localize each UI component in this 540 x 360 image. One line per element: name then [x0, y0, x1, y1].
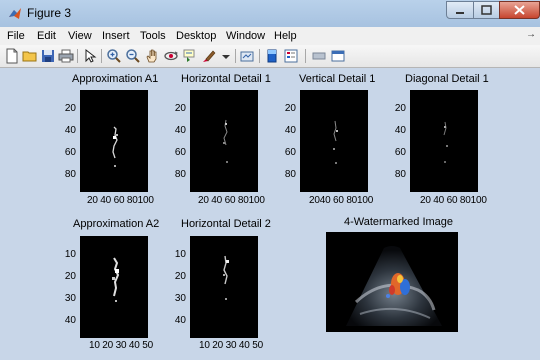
plot-axes[interactable]: [190, 236, 258, 338]
menu-edit[interactable]: Edit: [37, 30, 56, 42]
panel-title: Diagonal Detail 1: [405, 73, 489, 85]
panel-title: Approximation A1: [72, 73, 159, 85]
close-icon: [514, 5, 525, 15]
y-tick-label: 60: [64, 147, 76, 158]
x-tick-labels: 20 40 60 80100: [420, 195, 487, 206]
y-tick-label: 10: [64, 249, 76, 260]
plot-image: [190, 236, 258, 338]
plot-image: [80, 236, 148, 338]
plot-image: [190, 90, 258, 192]
ultrasound-image: [326, 232, 458, 332]
toolbar-separator: [305, 49, 306, 63]
y-tick-label: 40: [64, 125, 76, 136]
menu-view[interactable]: View: [68, 30, 92, 42]
matlab-logo-icon: [9, 8, 21, 19]
menu-bar: File Edit View Insert Tools Desktop Wind…: [0, 27, 540, 45]
x-tick-labels: 20 40 60 80100: [87, 195, 154, 206]
panel-title: 4-Watermarked Image: [344, 216, 454, 228]
link-icon[interactable]: [239, 48, 255, 64]
y-tick-label: 20: [174, 103, 186, 114]
y-tick-label: 80: [394, 169, 406, 180]
data-cursor-icon[interactable]: [182, 48, 198, 64]
print-icon[interactable]: [58, 48, 74, 64]
y-tick-label: 80: [64, 169, 76, 180]
plot-axes[interactable]: [80, 90, 148, 192]
y-tick-label: 40: [284, 125, 296, 136]
maximize-icon: [481, 5, 492, 15]
menu-window[interactable]: Window: [226, 30, 265, 42]
y-tick-label: 20: [174, 271, 186, 282]
window-title: Figure 3: [27, 6, 72, 20]
legend-icon[interactable]: [283, 48, 299, 64]
figure-window: Figure 3 File Edit View Insert Tools Des…: [0, 0, 540, 360]
menu-dock-arrow[interactable]: →: [526, 29, 536, 40]
y-tick-label: 80: [284, 169, 296, 180]
y-tick-label: 20: [64, 271, 76, 282]
y-tick-label: 20: [64, 103, 76, 114]
panel-title: Horizontal Detail 2: [181, 218, 271, 230]
toolbar-separator: [77, 49, 78, 63]
watermarked-image[interactable]: [326, 232, 458, 332]
x-tick-labels: 10 20 30 40 50: [89, 340, 153, 351]
panel-title: Approximation A2: [73, 218, 160, 230]
x-tick-labels: 2040 60 80100: [309, 195, 374, 206]
show-plot-tools-icon[interactable]: [330, 48, 346, 64]
panel-title: Horizontal Detail 1: [181, 73, 271, 85]
pointer-icon[interactable]: [82, 48, 98, 64]
hide-plot-tools-icon[interactable]: [311, 48, 327, 64]
toolbar-separator: [235, 49, 236, 63]
toolbar-separator: [259, 49, 260, 63]
plot-image: [80, 90, 148, 192]
zoom-out-icon[interactable]: [125, 48, 141, 64]
y-tick-label: 20: [284, 103, 296, 114]
colorbar-icon[interactable]: [264, 48, 280, 64]
y-tick-label: 40: [174, 125, 186, 136]
menu-insert[interactable]: Insert: [102, 30, 130, 42]
plot-image: [410, 90, 478, 192]
y-tick-label: 30: [174, 293, 186, 304]
y-tick-label: 80: [174, 169, 186, 180]
toolbar-separator: [101, 49, 102, 63]
plot-axes[interactable]: [190, 90, 258, 192]
y-tick-label: 40: [394, 125, 406, 136]
panel-title: Vertical Detail 1: [299, 73, 376, 85]
minimize-button[interactable]: [446, 1, 474, 19]
y-tick-label: 10: [174, 249, 186, 260]
pan-icon[interactable]: [144, 48, 160, 64]
figure-toolbar: [0, 45, 540, 68]
y-tick-label: 40: [174, 315, 186, 326]
menu-file[interactable]: File: [7, 30, 25, 42]
open-file-icon[interactable]: [22, 48, 38, 64]
rotate-3d-icon[interactable]: [163, 48, 179, 64]
x-tick-labels: 10 20 30 40 50: [199, 340, 263, 351]
zoom-in-icon[interactable]: [106, 48, 122, 64]
y-tick-label: 60: [284, 147, 296, 158]
menu-help[interactable]: Help: [274, 30, 297, 42]
menu-tools[interactable]: Tools: [140, 30, 166, 42]
save-icon[interactable]: [40, 48, 56, 64]
y-tick-label: 60: [174, 147, 186, 158]
plot-axes[interactable]: [300, 90, 368, 192]
new-figure-icon[interactable]: [4, 48, 20, 64]
minimize-icon: [456, 12, 464, 14]
dropdown-arrow-icon[interactable]: [218, 48, 234, 64]
y-tick-label: 30: [64, 293, 76, 304]
y-tick-label: 60: [394, 147, 406, 158]
plot-image: [300, 90, 368, 192]
y-tick-label: 20: [394, 103, 406, 114]
close-button[interactable]: [499, 1, 540, 19]
plot-axes[interactable]: [80, 236, 148, 338]
brush-icon[interactable]: [201, 48, 217, 64]
maximize-button[interactable]: [473, 1, 500, 19]
plot-axes[interactable]: [410, 90, 478, 192]
menu-desktop[interactable]: Desktop: [176, 30, 216, 42]
y-tick-label: 40: [64, 315, 76, 326]
title-bar[interactable]: Figure 3: [0, 0, 540, 27]
x-tick-labels: 20 40 60 80100: [198, 195, 265, 206]
